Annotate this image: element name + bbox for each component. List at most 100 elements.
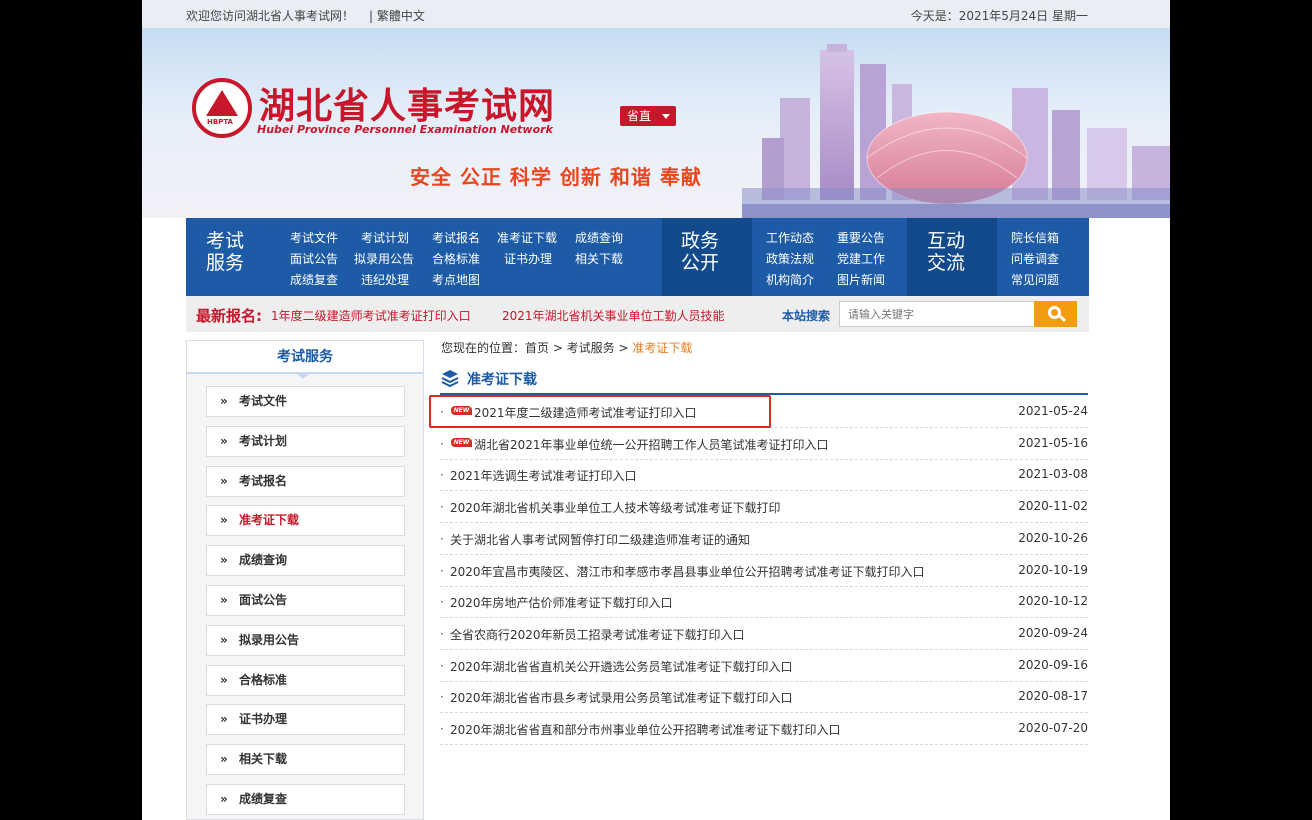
logo-emblem[interactable]: HBPTA — [192, 78, 252, 138]
list-item: · 2020年湖北省省直机关公开遴选公务员笔试准考证下载打印入口 2020-09-1… — [440, 650, 1088, 682]
sidebar-item-label: 相关下载 — [239, 752, 288, 767]
breadcrumb: 您现在的位置：首页 > 考试服务 > 准考证下载 — [441, 339, 692, 356]
welcome-text: 欢迎您访问湖北省人事考试网！ — [186, 9, 355, 23]
list-item: · 2020年宜昌市夷陵区、潜江市和孝感市孝昌县事业单位公开招聘考试准考证下载打印… — [440, 555, 1088, 587]
caret-down-icon — [662, 114, 670, 119]
nav-link-admission-ticket[interactable]: 准考证下载 — [497, 229, 557, 246]
list-item-date: 2020-10-26 — [1018, 530, 1088, 545]
nav-title-exam-service: 考试服务 — [206, 230, 245, 274]
latest-registration-bar: 最新报名: 1年度二级建造师考试准考证打印入口 2021年湖北省机关事业单位工勤… — [186, 296, 1089, 332]
sidebar-item[interactable]: » 成绩复查 — [206, 784, 405, 815]
nav-link-exam-map[interactable]: 考点地图 — [432, 271, 480, 288]
sidebar-item[interactable]: » 考试计划 — [206, 425, 405, 457]
search-button[interactable] — [1034, 301, 1077, 327]
nav-link-policies[interactable]: 政策法规 — [766, 250, 814, 267]
nav-link-party-work[interactable]: 党建工作 — [837, 250, 885, 267]
section-title: 准考证下载 — [467, 372, 537, 388]
list-item-link[interactable]: 2020年湖北省省直机关公开遴选公务员笔试准考证下载打印入口 — [450, 658, 793, 675]
list-item: · 2020年房地产估价师准考证下载打印入口 2020-10-12 — [440, 586, 1088, 619]
sidebar-item[interactable]: » 拟录用公告 — [206, 624, 405, 656]
sidebar-item-label: 考试文件 — [239, 394, 288, 408]
nav-link-exam-registration[interactable]: 考试报名 — [432, 229, 480, 246]
list-item: · 关于湖北省人事考试网暂停打印二级建造师准考证的通知 2020-10-26 — [440, 523, 1088, 555]
main-nav: 考试服务 考试文件 考试计划 考试报名 准考证下载 成绩查询 面试公告 拟录用公… — [186, 218, 1089, 296]
breadcrumb-current: 准考证下载 — [632, 341, 693, 355]
city-skyline-image — [742, 44, 1170, 218]
logo-tag: HBPTA — [207, 118, 233, 126]
sidebar-item-label: 考试报名 — [239, 473, 288, 488]
list-item-link[interactable]: 全省农商行2020年新员工招录考试准考证下载打印入口 — [450, 626, 745, 643]
nav-title-government-bg: 政务公开 — [662, 218, 752, 296]
sidebar-item[interactable]: » 证书办理 — [206, 704, 405, 736]
bullet: · — [440, 595, 444, 610]
region-dropdown[interactable]: 省直 — [620, 106, 676, 126]
site-search-label: 本站搜索 — [782, 309, 831, 323]
sidebar-item[interactable]: » 考试文件 — [206, 386, 405, 417]
sidebar-item-label: 面试公告 — [239, 593, 288, 607]
sidebar-item-label: 证书办理 — [239, 712, 288, 727]
bullet: · — [440, 722, 444, 736]
nav-link-pass-standard[interactable]: 合格标准 — [432, 250, 480, 267]
page: 欢迎您访问湖北省人事考试网！ | 繁體中文 今天是：2021年5月24日 星期一 — [142, 0, 1170, 820]
list-item-link[interactable]: 关于湖北省人事考试网暂停打印二级建造师准考证的通知 — [450, 531, 750, 548]
sidebar: 考试服务 » 考试文件 » 考试计划 » 考试报名 » 准考证下载 » 成绩查询 » 面试公告 » 拟录用… — [186, 340, 424, 820]
list-item-link[interactable]: 2020年宜昌市夷陵区、潜江市和孝感市孝昌县事业单位公开招聘考试准考证下载打印入… — [450, 563, 925, 580]
sidebar-item[interactable]: » 合格标准 — [206, 664, 405, 696]
sidebar-item[interactable]: » 面试公告 — [206, 585, 405, 616]
notch-indicator — [295, 372, 311, 379]
double-chevron-right-icon: » — [220, 513, 228, 528]
nav-link-score-review[interactable]: 成绩复查 — [290, 271, 338, 288]
list-item: · 2020年湖北省省市县乡考试录用公务员笔试准考证下载打印入口 2020-08-1… — [440, 681, 1088, 714]
nav-link-interview-notice[interactable]: 面试公告 — [290, 250, 338, 267]
nav-link-director-mailbox[interactable]: 院长信箱 — [1011, 229, 1059, 246]
layers-icon — [441, 370, 459, 387]
search-input[interactable] — [839, 301, 1035, 327]
bullet: · — [440, 563, 444, 578]
list-item: · 全省农商行2020年新员工招录考试准考证下载打印入口 2020-09-24 — [440, 618, 1088, 650]
list-item-link[interactable]: 2021年选调生考试准考证打印入口 — [450, 467, 637, 484]
list-item-date: 2020-11-02 — [1018, 499, 1088, 514]
nav-link-hiring-notice[interactable]: 拟录用公告 — [354, 250, 414, 267]
list-item-link[interactable]: 2020年湖北省省市县乡考试录用公务员笔试准考证下载打印入口 — [450, 689, 793, 706]
nav-link-about[interactable]: 机构简介 — [766, 271, 814, 288]
site-title[interactable]: 湖北省人事考试网 — [259, 77, 555, 129]
bullet: · — [440, 500, 444, 515]
list-item-link[interactable]: 湖北省2021年事业单位统一公开招聘工作人员笔试准考证打印入口 — [474, 436, 829, 453]
bullet: · — [440, 690, 444, 705]
sidebar-item-label: 准考证下载 — [239, 513, 300, 528]
nav-link-faq[interactable]: 常见问题 — [1011, 271, 1059, 288]
breadcrumb-path[interactable]: 您现在的位置：首页 > 考试服务 > — [441, 341, 632, 355]
list-item-link[interactable]: 2020年房地产估价师准考证下载打印入口 — [450, 594, 673, 611]
sidebar-item-label: 考试计划 — [239, 433, 288, 448]
bullet: · — [440, 531, 444, 546]
current-date: 今天是：2021年5月24日 星期一 — [910, 9, 1088, 23]
list-item-link[interactable]: 2020年湖北省机关事业单位工人技术等级考试准考证下载打印 — [450, 499, 781, 516]
nav-link-certificate[interactable]: 证书办理 — [504, 250, 552, 267]
double-chevron-right-icon: » — [220, 593, 228, 607]
nav-link-important-notice[interactable]: 重要公告 — [837, 229, 885, 246]
nav-link-downloads[interactable]: 相关下载 — [575, 250, 623, 267]
nav-link-work-news[interactable]: 工作动态 — [766, 229, 814, 246]
header-banner: HBPTA 湖北省人事考试网 Hubei Province Personnel … — [142, 28, 1170, 218]
nav-link-score-query[interactable]: 成绩查询 — [575, 229, 623, 246]
list-item-date: 2020-08-17 — [1018, 689, 1088, 704]
sidebar-item[interactable]: » 准考证下载 — [206, 505, 405, 537]
list-item-link[interactable]: 2020年湖北省省直和部分市州事业单位公开招聘考试准考证下载打印入口 — [450, 721, 841, 738]
nav-link-photo-news[interactable]: 图片新闻 — [837, 271, 885, 288]
list-item: · 2021年选调生考试准考证打印入口 2021-03-08 — [440, 459, 1088, 492]
nav-link-exam-files[interactable]: 考试文件 — [290, 229, 338, 246]
triangle-icon — [206, 90, 238, 116]
nav-link-discipline[interactable]: 违纪处理 — [361, 271, 409, 288]
ticker-item[interactable]: 2021年湖北省机关事业单位工勤人员技能 — [502, 307, 725, 324]
ticker-item[interactable]: 1年度二级建造师考试准考证打印入口 — [271, 307, 471, 324]
sidebar-item[interactable]: » 成绩查询 — [206, 545, 405, 577]
nav-link-exam-plan[interactable]: 考试计划 — [361, 229, 409, 246]
traditional-chinese-link[interactable]: | 繁體中文 — [369, 7, 425, 24]
list-item-date: 2021-05-24 — [1018, 404, 1088, 418]
double-chevron-right-icon: » — [220, 394, 228, 408]
new-badge-icon: NEW — [451, 437, 472, 447]
sidebar-item[interactable]: » 考试报名 — [206, 465, 405, 497]
bullet: · — [440, 436, 444, 451]
nav-link-survey[interactable]: 问卷调查 — [1011, 250, 1059, 267]
sidebar-item[interactable]: » 相关下载 — [206, 744, 405, 776]
